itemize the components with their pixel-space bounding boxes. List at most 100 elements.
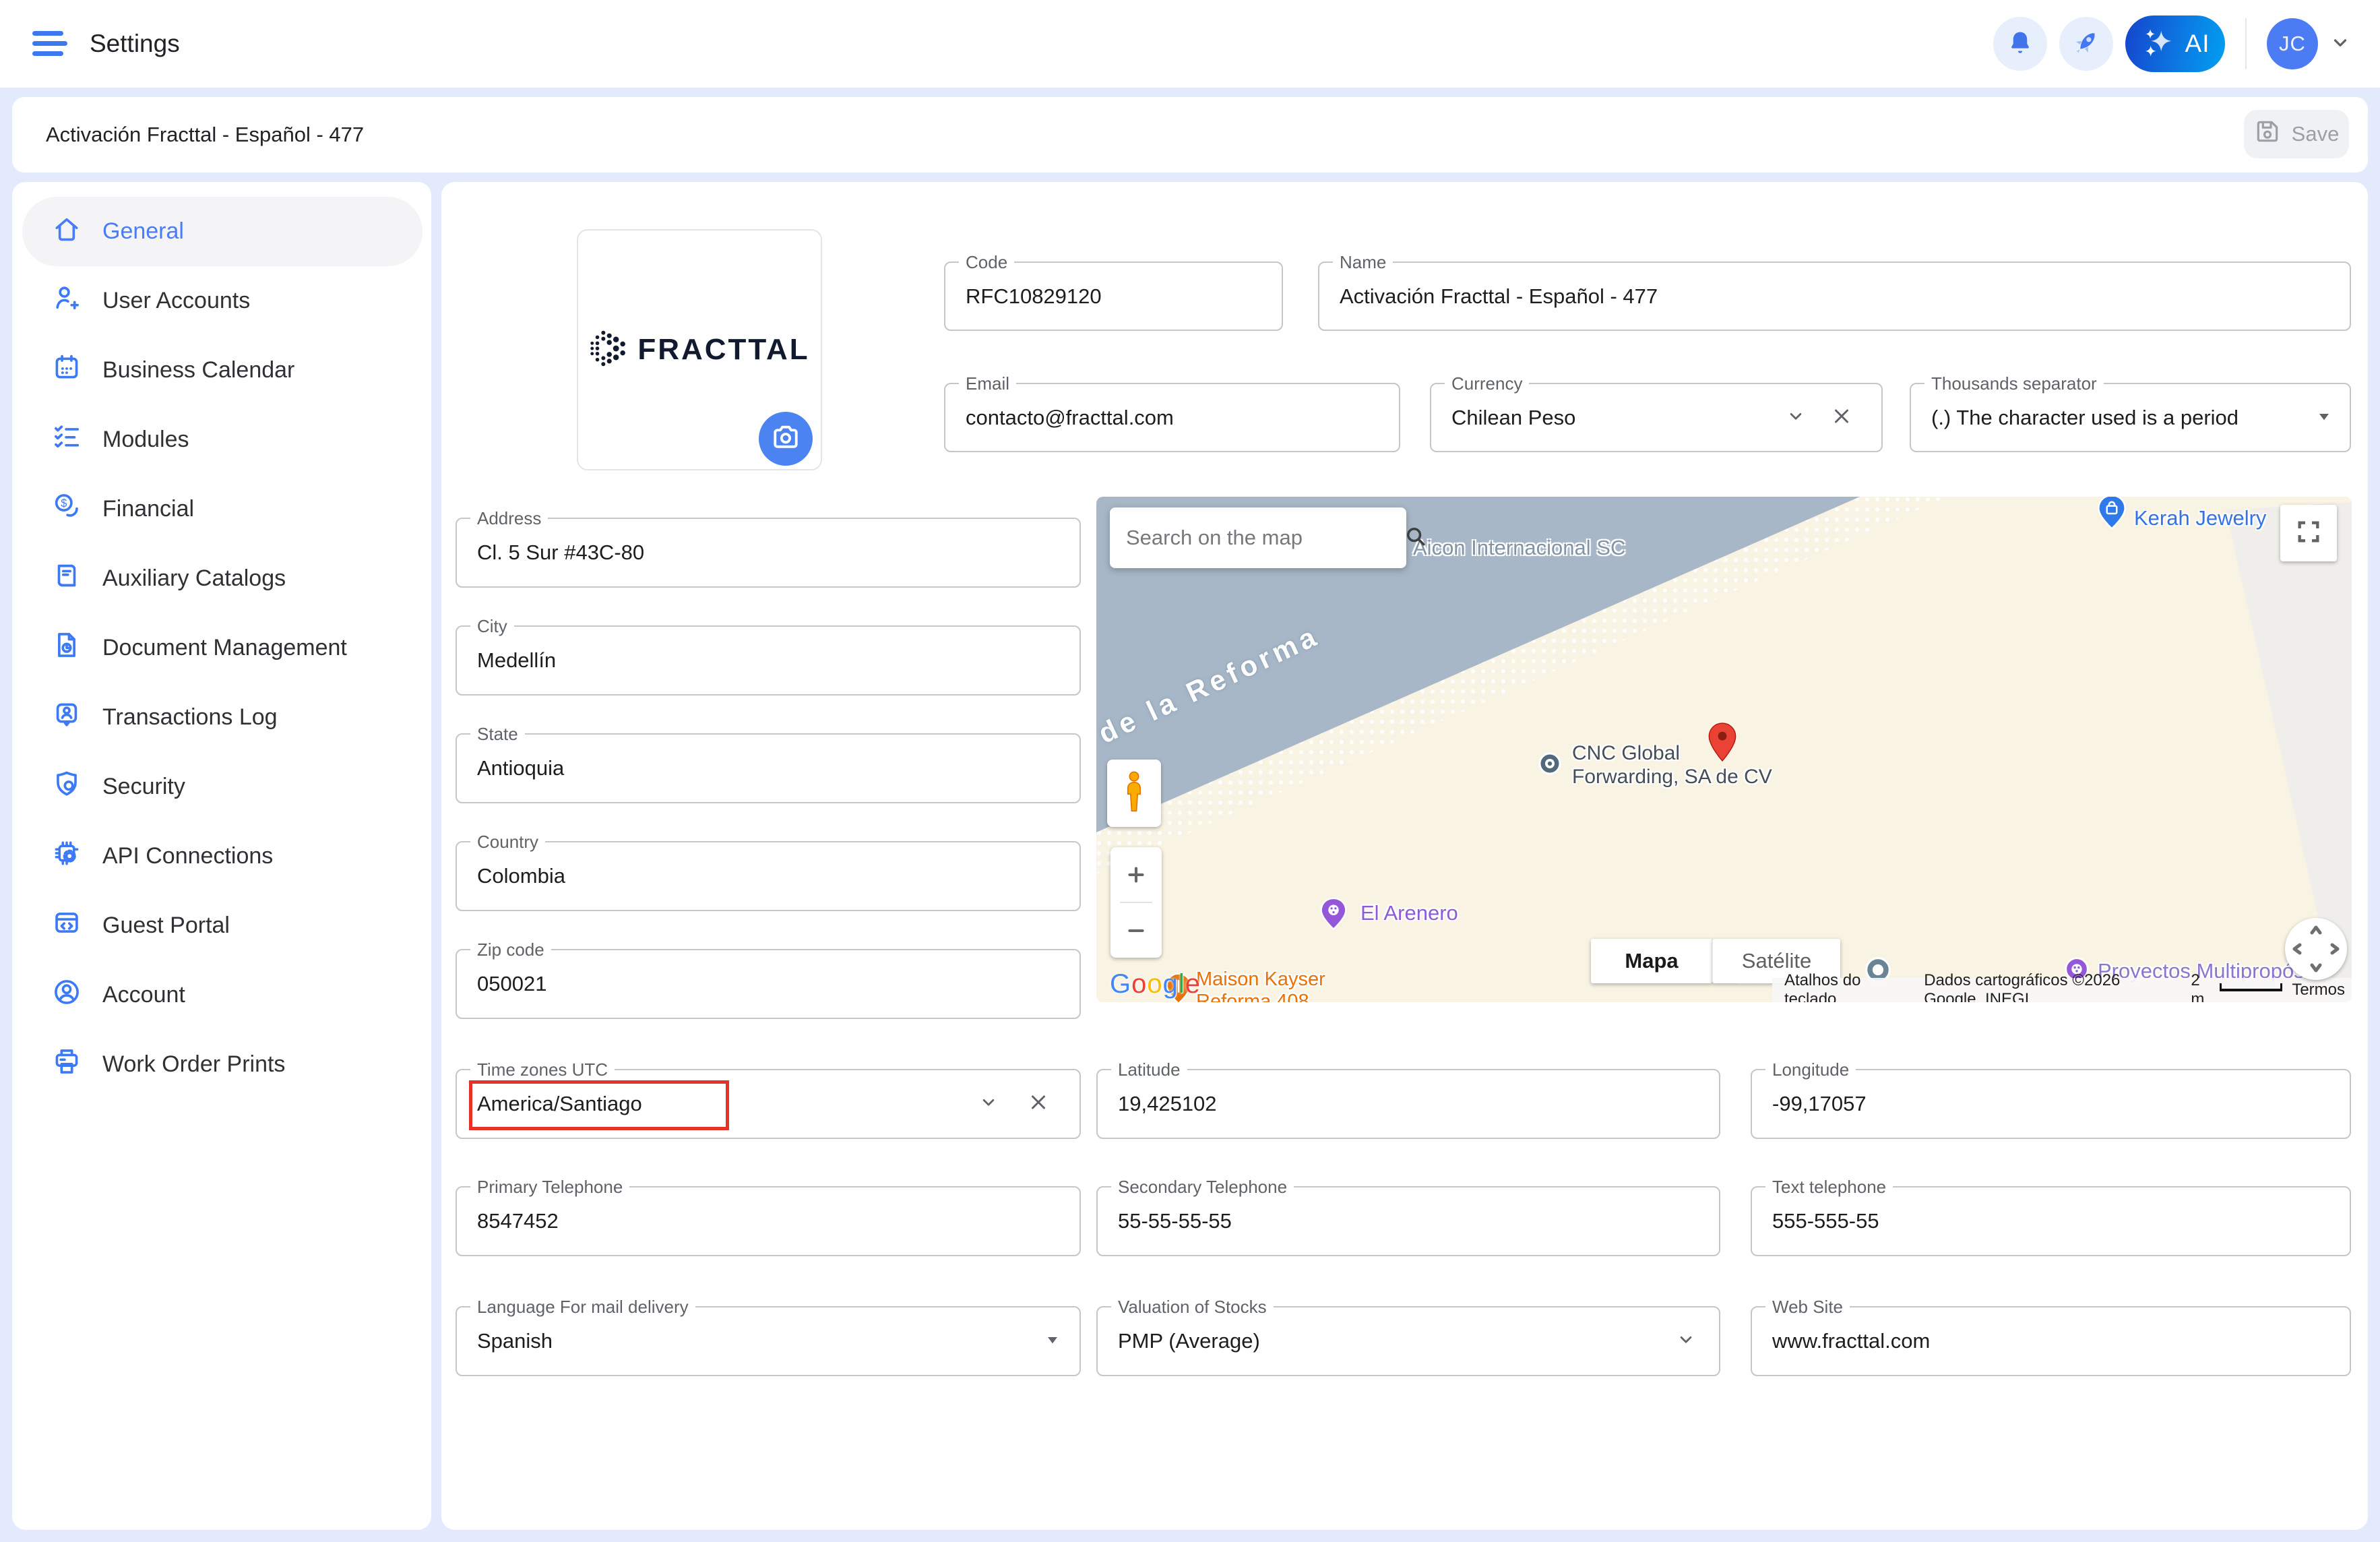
thousands-separator-select[interactable]: Thousands separator (.) The character us… — [1910, 383, 2351, 452]
zip-code-field[interactable]: Zip code 050021 — [456, 949, 1081, 1019]
pegman-control[interactable] — [1107, 760, 1161, 827]
top-header: Settings AI — [0, 0, 2380, 88]
map-scale-bar — [2220, 983, 2282, 991]
sidebar-item-user-accounts[interactable]: User Accounts — [12, 266, 431, 336]
timezone-select[interactable]: Time zones UTC America/Santiago — [456, 1069, 1081, 1139]
website-field[interactable]: Web Site www.fracttal.com — [1751, 1306, 2351, 1376]
primary-telephone-field[interactable]: Primary Telephone 8547452 — [456, 1186, 1081, 1256]
sidebar-item-label: General — [102, 218, 184, 245]
terms-link[interactable]: Termos — [2292, 981, 2345, 999]
state-field[interactable]: State Antioquia — [456, 733, 1081, 803]
field-value: -99,17057 — [1772, 1092, 1867, 1116]
sidebar-item-label: Security — [102, 774, 185, 800]
zoom-in-button[interactable] — [1110, 847, 1162, 902]
location-marker-icon[interactable] — [1706, 722, 1739, 766]
field-value: contacto@fracttal.com — [966, 406, 1174, 430]
person-circle-icon — [51, 977, 82, 1014]
catalog-icon — [51, 560, 82, 597]
search-icon[interactable] — [1403, 524, 1429, 553]
sidebar-item-api-connections[interactable]: API Connections — [12, 822, 431, 891]
field-label: Country — [470, 831, 545, 853]
map-label-arenero[interactable]: El Arenero — [1360, 901, 1458, 925]
shield-icon — [51, 768, 82, 805]
zoom-out-button[interactable] — [1110, 903, 1162, 958]
sidebar-item-label: Account — [102, 982, 185, 1008]
keyboard-shortcuts-link[interactable]: Atalhos do teclado — [1784, 971, 1887, 1002]
coins-icon: $ — [51, 491, 82, 528]
field-value: Activación Fracttal - Español - 477 — [1340, 284, 1658, 309]
city-field[interactable]: City Medellín — [456, 625, 1081, 696]
map-search-input[interactable] — [1126, 526, 1395, 550]
avatar[interactable]: JC — [2267, 18, 2318, 69]
field-label: Longitude — [1765, 1059, 1856, 1080]
sidebar-item-work-order-prints[interactable]: Work Order Prints — [12, 1030, 431, 1099]
sidebar-item-document-management[interactable]: Document Management — [12, 613, 431, 683]
sidebar-item-financial[interactable]: $ Financial — [12, 474, 431, 544]
map-label-kerah[interactable]: Kerah Jewelry — [2134, 506, 2266, 530]
secondary-telephone-field[interactable]: Secondary Telephone 55-55-55-55 — [1096, 1186, 1720, 1256]
save-label: Save — [2292, 122, 2340, 146]
field-label: Secondary Telephone — [1111, 1176, 1294, 1198]
page-title: Settings — [90, 0, 180, 88]
browser-code-icon — [51, 907, 82, 944]
code-field[interactable]: Code RFC10829120 — [944, 261, 1283, 331]
fullscreen-icon — [2295, 518, 2322, 549]
map-attribution-bar: Atalhos do teclado Dados cartográficos ©… — [1772, 978, 2352, 1002]
sidebar-item-auxiliary-catalogs[interactable]: Auxiliary Catalogs — [12, 544, 431, 613]
map-type-map-button[interactable]: Mapa — [1591, 939, 1712, 983]
avatar-chevron-down-icon[interactable] — [2330, 32, 2350, 56]
valuation-select[interactable]: Valuation of Stocks PMP (Average) — [1096, 1306, 1720, 1376]
notifications-button[interactable] — [1993, 17, 2047, 71]
ai-assistant-button[interactable]: AI — [2125, 16, 2225, 72]
field-value: 55-55-55-55 — [1118, 1209, 1232, 1233]
location-map[interactable]: de la Reforma Aicon Internacional SC Ker… — [1096, 497, 2352, 1002]
settings-sidebar: General User Accounts Business Calendar … — [12, 182, 431, 1530]
field-value: PMP (Average) — [1118, 1329, 1260, 1353]
sidebar-item-transactions-log[interactable]: Transactions Log — [12, 683, 431, 752]
whats-new-button[interactable] — [2059, 17, 2113, 71]
email-field[interactable]: Email contacto@fracttal.com — [944, 383, 1400, 452]
field-label: Address — [470, 507, 548, 529]
field-value: America/Santiago — [477, 1092, 642, 1116]
language-select[interactable]: Language For mail delivery Spanish — [456, 1306, 1081, 1376]
latitude-field[interactable]: Latitude 19,425102 — [1096, 1069, 1720, 1139]
sidebar-item-modules[interactable]: Modules — [12, 405, 431, 474]
field-value: 19,425102 — [1118, 1092, 1217, 1116]
floppy-disk-icon — [2254, 118, 2281, 150]
field-label: Time zones UTC — [470, 1059, 615, 1080]
text-telephone-field[interactable]: Text telephone 555-555-55 — [1751, 1186, 2351, 1256]
save-button[interactable]: Save — [2244, 110, 2349, 158]
dropdown-arrow-icon[interactable] — [1043, 1330, 1062, 1353]
name-field[interactable]: Name Activación Fracttal - Español - 477 — [1318, 261, 2351, 331]
kerah-jewelry-pin-icon[interactable] — [2096, 497, 2127, 535]
chevron-down-icon[interactable] — [1676, 1330, 1696, 1353]
address-field[interactable]: Address Cl. 5 Sur #43C-80 — [456, 518, 1081, 588]
longitude-field[interactable]: Longitude -99,17057 — [1751, 1069, 2351, 1139]
clear-icon[interactable] — [1027, 1091, 1050, 1117]
cnc-poi-icon[interactable] — [1534, 747, 1566, 783]
map-search-box[interactable] — [1110, 507, 1406, 568]
clear-icon[interactable] — [1830, 404, 1853, 431]
el-arenero-pin-icon[interactable] — [1319, 897, 1348, 935]
chevron-down-icon[interactable] — [978, 1092, 999, 1116]
hamburger-menu-icon[interactable] — [32, 31, 67, 57]
sidebar-item-label: Document Management — [102, 635, 347, 661]
rocket-icon — [2071, 27, 2102, 61]
currency-select[interactable]: Currency Chilean Peso — [1430, 383, 1883, 452]
field-label: Currency — [1445, 373, 1529, 394]
sidebar-item-security[interactable]: Security — [12, 752, 431, 822]
map-pan-control[interactable] — [2285, 918, 2347, 980]
sidebar-item-general[interactable]: General — [22, 197, 422, 266]
chevron-down-icon[interactable] — [1786, 406, 1806, 429]
country-field[interactable]: Country Colombia — [456, 841, 1081, 911]
sidebar-item-guest-portal[interactable]: Guest Portal — [12, 891, 431, 960]
sidebar-item-business-calendar[interactable]: Business Calendar — [12, 336, 431, 405]
map-data-attribution: Dados cartográficos ©2026 Google, INEGI — [1924, 971, 2161, 1002]
dropdown-arrow-icon[interactable] — [2315, 406, 2334, 429]
user-plus-icon — [51, 282, 82, 319]
sidebar-item-label: User Accounts — [102, 288, 250, 314]
fullscreen-button[interactable] — [2280, 505, 2337, 561]
sidebar-item-account[interactable]: Account — [12, 960, 431, 1030]
change-logo-button[interactable] — [759, 412, 813, 466]
field-value: Antioquia — [477, 756, 564, 780]
